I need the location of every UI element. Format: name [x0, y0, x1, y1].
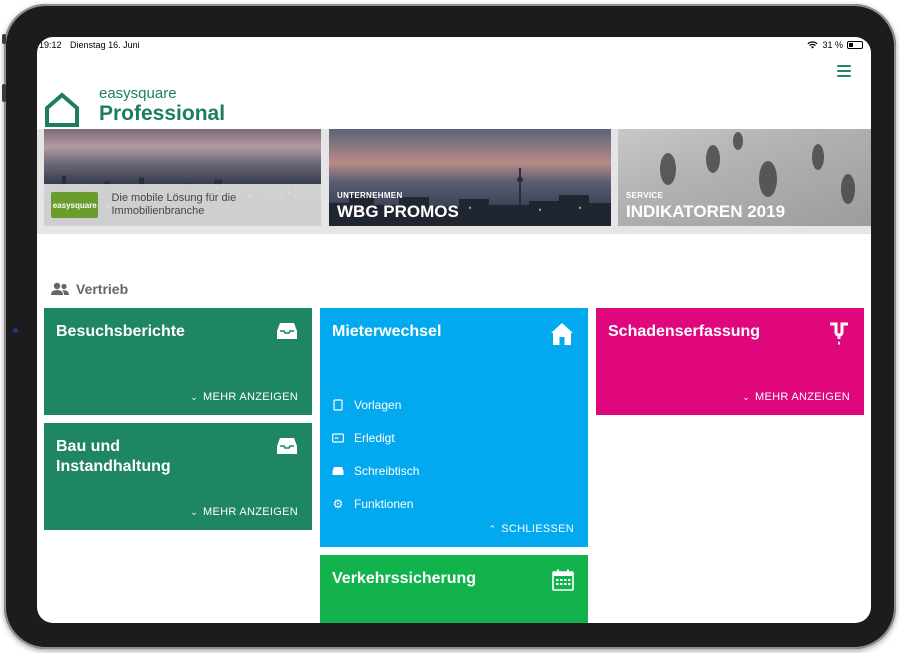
battery-icon — [847, 41, 863, 49]
pipe-icon — [830, 322, 848, 345]
banner-carousel: easysquare Die mobile Lösung für die Imm… — [37, 129, 871, 234]
submenu-label: Vorlagen — [354, 397, 402, 412]
camera — [13, 328, 18, 333]
battery-percent: 31 % — [822, 40, 843, 50]
calendar-icon — [552, 569, 574, 591]
tile-title: Mieterwechsel — [332, 323, 442, 340]
tile-title: Schadenserfassung — [608, 323, 761, 340]
tile-title: Verkehrssicherung — [332, 570, 477, 587]
submenu-label: Funktionen — [354, 496, 414, 511]
ipad-frame: 19:12 Dienstag 16. Juni 31 % easysquare … — [2, 4, 896, 649]
show-more-button[interactable]: ⌄ MEHR ANZEIGEN — [190, 391, 298, 403]
users-icon — [51, 282, 69, 295]
tile-title: Besuchsberichte — [56, 323, 185, 340]
collapse-button[interactable]: ⌃ SCHLIESSEN — [488, 523, 574, 535]
status-bar: 19:12 Dienstag 16. Juni 31 % — [37, 37, 871, 53]
show-more-label: MEHR ANZEIGEN — [203, 391, 298, 403]
submenu-item-funktionen[interactable]: ⚙ Funktionen — [332, 487, 572, 520]
document-icon — [332, 398, 344, 411]
tile-mieterwechsel[interactable]: Mieterwechsel Vorlagen Erledigt Schreibt… — [320, 308, 588, 547]
submenu-item-vorlagen[interactable]: Vorlagen — [332, 388, 572, 421]
inbox-icon — [277, 438, 297, 454]
hardware-button — [2, 84, 6, 102]
chevron-down-icon: ⌄ — [742, 391, 751, 402]
banner-indikatoren[interactable]: SERVICE INDIKATOREN 2019 — [618, 129, 871, 226]
banner-mobile-solution[interactable]: easysquare Die mobile Lösung für die Imm… — [44, 129, 321, 226]
hardware-button — [2, 34, 6, 44]
show-more-label: MEHR ANZEIGEN — [203, 506, 298, 518]
house-logo-icon — [45, 92, 79, 127]
show-more-button[interactable]: ⌄ MEHR ANZEIGEN — [742, 391, 850, 403]
banner-wbg-promos[interactable]: UNTERNEHMEN WBG PROMOS — [329, 129, 611, 226]
submenu-list: Vorlagen Erledigt Schreibtisch ⚙ Funktio… — [332, 388, 572, 520]
tile-bau-instandhaltung[interactable]: Bau und Instandhaltung ⌄ MEHR ANZEIGEN — [44, 423, 312, 530]
show-more-button[interactable]: ⌄ MEHR ANZEIGEN — [190, 506, 298, 518]
banner-kicker: SERVICE — [626, 191, 664, 200]
show-more-label: MEHR ANZEIGEN — [755, 391, 850, 403]
logo-easysquare: easysquare — [99, 85, 177, 102]
status-date: Dienstag 16. Juni — [70, 40, 140, 50]
submenu-item-erledigt[interactable]: Erledigt — [332, 421, 572, 454]
section-title-text: Vertrieb — [76, 281, 129, 297]
tile-besuchsberichte[interactable]: Besuchsberichte ⌄ MEHR ANZEIGEN — [44, 308, 312, 415]
easysquare-badge: easysquare — [51, 192, 99, 218]
hamburger-menu-icon[interactable] — [837, 65, 851, 77]
status-time: 19:12 — [39, 40, 62, 50]
banner-caption: easysquare Die mobile Lösung für die Imm… — [44, 184, 321, 226]
collapse-label: SCHLIESSEN — [501, 523, 574, 535]
home-icon — [551, 323, 573, 345]
app-header: easysquare Professional — [37, 53, 871, 129]
chevron-down-icon: ⌄ — [190, 506, 199, 517]
submenu-label: Schreibtisch — [354, 463, 420, 478]
banner-title: WBG PROMOS — [337, 202, 459, 221]
wifi-icon — [807, 41, 819, 49]
tile-verkehrssicherung[interactable]: Verkehrssicherung — [320, 555, 588, 623]
screen: 19:12 Dienstag 16. Juni 31 % easysquare … — [37, 37, 871, 623]
app-logo[interactable]: easysquare Professional — [43, 86, 225, 128]
submenu-label: Erledigt — [354, 430, 395, 445]
section-title-vertrieb: Vertrieb — [50, 281, 128, 297]
submenu-item-schreibtisch[interactable]: Schreibtisch — [332, 454, 572, 487]
card-icon — [332, 432, 344, 444]
gear-icon: ⚙ — [332, 496, 344, 511]
chevron-down-icon: ⌄ — [190, 391, 199, 402]
inbox-icon — [277, 323, 297, 339]
inbox-icon — [332, 465, 344, 477]
tile-schadenserfassung[interactable]: Schadenserfassung ⌄ MEHR ANZEIGEN — [596, 308, 864, 415]
banner-caption-text: Die mobile Lösung für die Immobilienbran… — [111, 192, 237, 217]
banner-title: INDIKATOREN 2019 — [626, 202, 786, 221]
banner-kicker: UNTERNEHMEN — [337, 191, 403, 200]
chevron-up-icon: ⌃ — [488, 523, 497, 534]
logo-professional: Professional — [99, 102, 226, 125]
tile-title: Bau und Instandhaltung — [56, 438, 171, 475]
